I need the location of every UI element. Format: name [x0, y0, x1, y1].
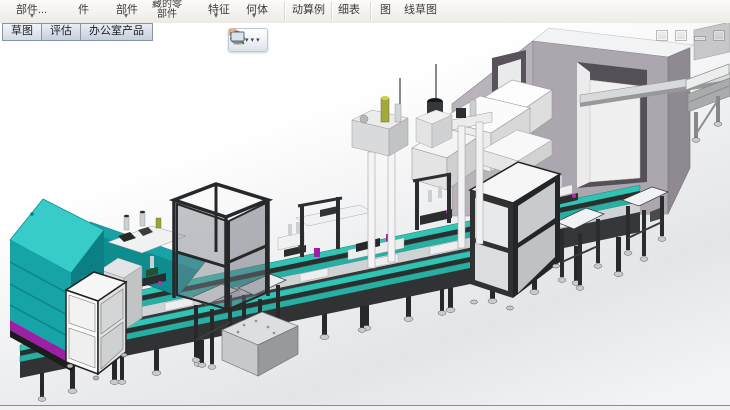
chevron-down-icon[interactable] — [251, 36, 255, 44]
ribbon-item-features[interactable]: 特征 — [208, 1, 230, 17]
ribbon-item-show-hidden-line2: 部件 — [157, 9, 177, 20]
ribbon-separator — [370, 2, 371, 21]
chevron-down-icon[interactable] — [252, 12, 256, 20]
document-window-controls — [656, 30, 725, 41]
app-window: 部件... 件 部件 藏的零部件 特征 何体 动算例 细表 图 线草图 草图 评… — [0, 0, 730, 410]
ribbon-item-motion-study[interactable]: 动算例 — [292, 1, 325, 17]
ribbon-item-exploded-view[interactable]: 图 — [380, 1, 391, 17]
close-icon[interactable] — [713, 30, 725, 41]
ribbon-item-bom[interactable]: 细表 — [338, 1, 360, 17]
restore-icon[interactable] — [675, 30, 687, 41]
tab-evaluate[interactable]: 评估 — [41, 23, 81, 41]
tab-sketch[interactable]: 草图 — [2, 23, 42, 41]
heads-up-view-toolbar — [228, 28, 268, 52]
ribbon-separator — [331, 2, 332, 21]
dark-frame-cabinet[interactable] — [470, 130, 560, 310]
corner-machine[interactable] — [694, 23, 730, 60]
chevron-down-icon[interactable] — [30, 12, 34, 20]
outfeed-conveyor[interactable] — [686, 64, 730, 142]
minimize-icon[interactable] — [694, 36, 706, 41]
ribbon-item-show-hidden[interactable]: 藏的零部件 — [152, 0, 182, 20]
ribbon-bar: 部件... 件 部件 藏的零部件 特征 何体 动算例 细表 图 线草图 — [0, 0, 730, 24]
status-bar — [0, 405, 730, 410]
tab-office-products[interactable]: 办公室产品 — [80, 23, 153, 41]
ribbon-item-mate[interactable]: 件 — [78, 1, 89, 17]
assembly-model[interactable] — [0, 23, 730, 406]
view-settings-icon[interactable] — [229, 29, 246, 46]
restore-icon[interactable] — [656, 30, 668, 41]
chevron-down-icon[interactable] — [124, 12, 128, 20]
graphics-viewport[interactable] — [0, 23, 730, 406]
ribbon-separator — [284, 2, 285, 21]
frame-cage[interactable] — [174, 184, 268, 312]
ribbon-item-reference-geometry[interactable]: 何体 — [246, 1, 268, 17]
white-drawer-cabinet[interactable] — [66, 272, 127, 380]
ribbon-item-explode-line-sketch[interactable]: 线草图 — [404, 1, 437, 17]
chevron-down-icon[interactable] — [256, 36, 260, 44]
chevron-down-icon[interactable] — [214, 12, 218, 20]
commandmanager-tabs: 草图 评估 办公室产品 — [2, 23, 152, 41]
